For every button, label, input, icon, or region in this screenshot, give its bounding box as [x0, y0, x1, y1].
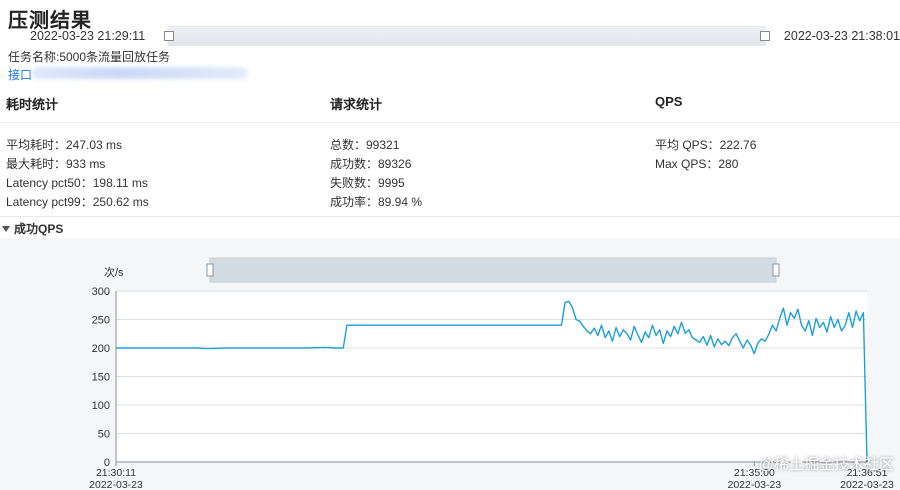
- failure-count: 失败数：9995: [330, 176, 405, 190]
- x-tick-date: 2022-03-23: [727, 479, 781, 490]
- time-range-slider[interactable]: [164, 26, 770, 46]
- x-tick-time: 21:30:11: [96, 467, 136, 479]
- success-qps-toggle[interactable]: 成功QPS: [2, 220, 63, 237]
- range-handle-right[interactable]: [760, 31, 770, 41]
- y-tick-label: 250: [92, 315, 110, 327]
- max-latency: 最大耗时：933 ms: [6, 157, 106, 171]
- latency-stats: 平均耗时：247.03 ms 最大耗时：933 ms Latency pct50…: [6, 136, 149, 212]
- avg-latency: 平均耗时：247.03 ms: [6, 138, 123, 152]
- y-axis-unit: 次/s: [104, 265, 124, 279]
- stats-panel: 耗时统计 请求统计 QPS 平均耗时：247.03 ms 最大耗时：933 ms…: [0, 84, 900, 216]
- section-divider: [0, 216, 900, 217]
- y-tick-label: 50: [98, 429, 110, 441]
- y-tick-label: 150: [92, 372, 110, 384]
- y-tick-label: 200: [92, 343, 110, 355]
- avg-qps: 平均 QPS：222.76: [655, 138, 757, 152]
- qps-stats: 平均 QPS：222.76 Max QPS：280: [655, 136, 756, 174]
- stats-divider: [0, 122, 900, 123]
- api-link[interactable]: 接口: [8, 66, 32, 83]
- request-stats: 总数：99321 成功数：89326 失败数：9995 成功率：89.94 %: [330, 136, 422, 212]
- start-time: 2022-03-23 21:29:11: [30, 29, 146, 43]
- latency-pct50: Latency pct50：198.11 ms: [6, 176, 148, 190]
- chart-section-label: 成功QPS: [14, 222, 64, 236]
- end-time: 2022-03-23 21:38:01: [783, 29, 900, 43]
- x-tick-date: 2022-03-23: [89, 479, 143, 490]
- latency-heading: 耗时统计: [6, 97, 59, 112]
- api-value-redacted: [32, 67, 248, 79]
- latency-pct99: Latency pct99：250.62 ms: [6, 195, 149, 209]
- requests-heading: 请求统计: [330, 97, 383, 112]
- task-name: 任务名称:5000条流量回放任务: [8, 50, 171, 64]
- y-tick-label: 300: [92, 286, 110, 298]
- chart-panel: 次/s 0 50 100 150 200 250 300 21:30:11 2022-03-23…: [0, 238, 900, 490]
- caret-down-icon: [2, 226, 10, 232]
- total-count: 总数：99321: [330, 138, 400, 152]
- success-rate: 成功率：89.94 %: [330, 195, 423, 209]
- qps-heading: QPS: [655, 94, 683, 109]
- watermark: @稀土掘金技术社区: [758, 456, 894, 473]
- range-handle-left[interactable]: [164, 31, 174, 41]
- chart-zoom-bar[interactable]: [209, 257, 777, 283]
- max-qps: Max QPS：280: [655, 157, 739, 171]
- page: 压测结果 2022-03-23 21:29:11 2022-03-23 21:3…: [0, 0, 900, 490]
- x-tick-date: 2022-03-23: [840, 479, 894, 490]
- zoom-handle-left[interactable]: [206, 263, 214, 277]
- y-tick-label: 100: [92, 400, 110, 412]
- zoom-handle-right[interactable]: [772, 263, 780, 277]
- success-count: 成功数：89326: [330, 157, 412, 171]
